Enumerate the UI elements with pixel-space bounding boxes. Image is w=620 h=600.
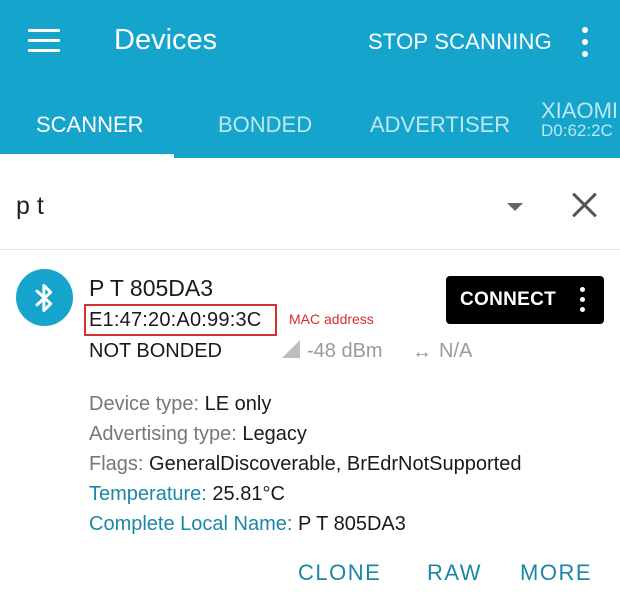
mac-annotation: MAC address [289,311,374,327]
interval-arrows-icon: ↔ [412,341,432,363]
dropdown-arrow-icon[interactable] [507,203,523,211]
page-title: Devices [114,24,218,56]
detail-device-type: Device type: LE only [89,393,272,415]
more-button[interactable]: MORE [520,560,592,586]
detail-complete-local-name: Complete Local Name: P T 805DA3 [89,513,406,535]
tab-bonded[interactable]: BONDED [218,112,312,138]
filter-input[interactable] [16,192,476,221]
connect-label: CONNECT [460,289,557,310]
device-mac: E1:47:20:A0:99:3C [89,309,262,331]
rssi-value: -48 dBm [307,340,383,362]
app-bar: Devices STOP SCANNING SCANNER BONDED ADV… [0,0,620,158]
interval-value: N/A [439,340,473,362]
overflow-menu-icon[interactable] [578,27,592,57]
detail-temperature: Temperature: 25.81°C [89,483,285,505]
bluetooth-icon [16,269,73,326]
close-icon[interactable] [570,190,600,220]
signal-icon [282,340,300,358]
bond-state: NOT BONDED [89,340,222,362]
tab-xiaomi-address: D0:62:2C [541,121,613,140]
connect-overflow-icon[interactable] [579,287,587,313]
filter-bar [0,158,620,250]
stop-scanning-button[interactable]: STOP SCANNING [368,29,552,55]
tab-advertiser[interactable]: ADVERTISER [370,112,510,138]
raw-button[interactable]: RAW [427,560,482,586]
menu-icon[interactable] [28,29,60,53]
tab-xiaomi-label: XIAOMI [541,98,619,123]
clone-button[interactable]: CLONE [298,560,381,586]
device-name: P T 805DA3 [89,275,214,301]
detail-advertising-type: Advertising type: Legacy [89,423,307,445]
tab-scanner[interactable]: SCANNER [36,112,144,138]
connect-button[interactable]: CONNECT [446,276,604,324]
tab-xiaomi[interactable]: XIAOMI D0:62:2C [541,98,619,141]
detail-flags: Flags: GeneralDiscoverable, BrEdrNotSupp… [89,453,522,475]
